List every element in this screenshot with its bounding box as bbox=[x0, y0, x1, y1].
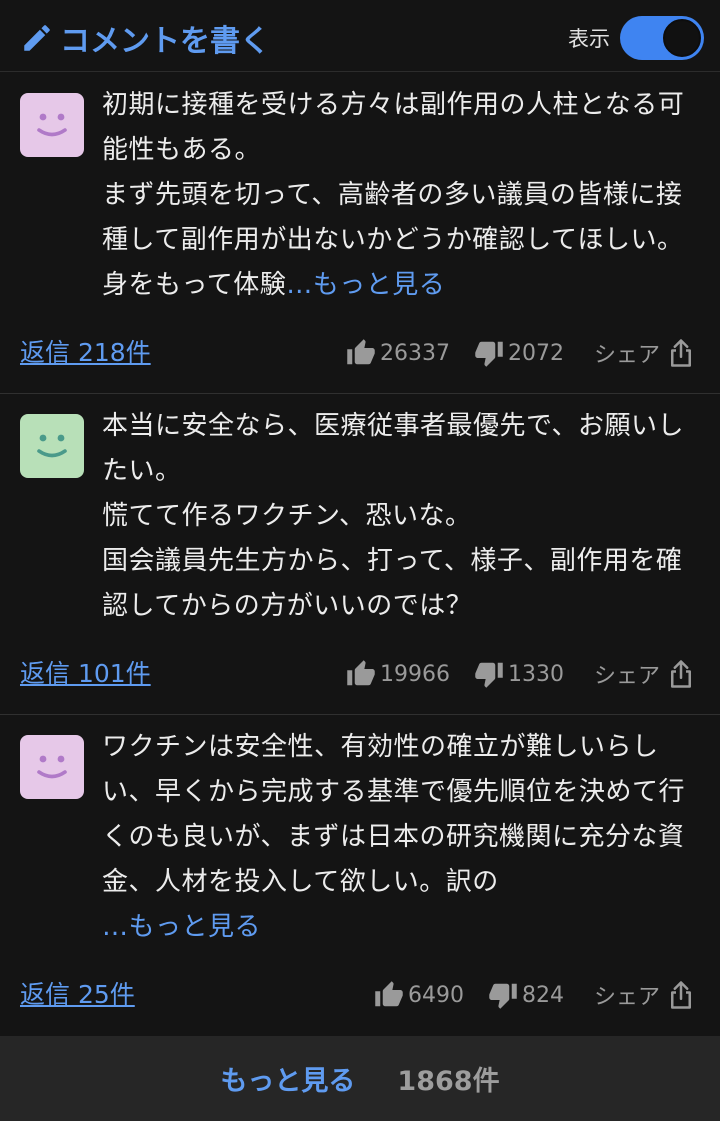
thumbs-up-icon bbox=[347, 339, 375, 365]
comment-actions: 19966 1330 シェア bbox=[322, 654, 696, 694]
like-button[interactable]: 19966 bbox=[346, 659, 450, 689]
comment-actions: 26337 2072 シェア bbox=[322, 333, 696, 373]
pencil-icon bbox=[24, 25, 50, 51]
comment-item: 初期に接種を受ける方々は副作用の人柱となる可能性もある。 まず先頭を切って、高齢… bbox=[0, 72, 720, 394]
display-toggle[interactable] bbox=[620, 16, 704, 60]
share-icon bbox=[671, 339, 691, 367]
like-count: 26337 bbox=[379, 340, 450, 366]
share-icon bbox=[671, 981, 691, 1009]
comment-text: ワクチンは安全性、有効性の確立が難しいらしい、早くから完成する基準で優先順位を決… bbox=[102, 725, 702, 950]
like-count: 19966 bbox=[379, 661, 450, 687]
share-label: シェア bbox=[593, 343, 660, 368]
comment-actions: 6490 824 シェア bbox=[350, 975, 696, 1015]
user-avatar bbox=[20, 93, 84, 157]
user-avatar bbox=[20, 735, 84, 799]
dislike-count: 1330 bbox=[507, 661, 564, 687]
comment-body: 本当に安全なら、医療従事者最優先で、お願いしたい。 慌てて作るワクチン、恐いな。… bbox=[102, 411, 684, 621]
comment-text: 初期に接種を受ける方々は副作用の人柱となる可能性もある。 まず先頭を切って、高齢… bbox=[102, 83, 702, 308]
load-more-bar: もっと見る 1868件 bbox=[0, 1036, 720, 1121]
smiley-face-icon bbox=[37, 434, 67, 458]
share-button[interactable]: シェア bbox=[594, 337, 696, 369]
toggle-knob bbox=[663, 19, 701, 57]
display-toggle-group: 表示 bbox=[568, 16, 704, 60]
like-button[interactable]: 26337 bbox=[346, 338, 450, 368]
write-comment-label: コメントを書く bbox=[60, 24, 270, 59]
like-count: 6490 bbox=[407, 982, 464, 1008]
write-comment-button[interactable]: コメントを書く bbox=[20, 18, 270, 59]
thumbs-down-icon bbox=[475, 662, 503, 688]
total-comment-count: 1868件 bbox=[397, 1066, 500, 1097]
like-button[interactable]: 6490 bbox=[374, 980, 464, 1010]
reply-link[interactable]: 返信 101件 bbox=[20, 654, 151, 694]
display-label: 表示 bbox=[568, 27, 610, 51]
share-button[interactable]: シェア bbox=[594, 979, 696, 1011]
smiley-face-icon bbox=[37, 113, 67, 137]
dislike-button[interactable]: 1330 bbox=[474, 659, 564, 689]
thumbs-down-icon bbox=[475, 341, 503, 367]
user-avatar bbox=[20, 414, 84, 478]
share-icon bbox=[671, 660, 691, 688]
comment-item: 本当に安全なら、医療従事者最優先で、お願いしたい。 慌てて作るワクチン、恐いな。… bbox=[0, 394, 720, 715]
share-button[interactable]: シェア bbox=[594, 658, 696, 690]
reply-link[interactable]: 返信 218件 bbox=[20, 333, 151, 373]
thumbs-up-icon bbox=[347, 660, 375, 686]
dislike-button[interactable]: 824 bbox=[488, 980, 564, 1010]
comment-meta: 返信 101件 19966 1330 シェア bbox=[0, 654, 720, 694]
share-label: シェア bbox=[593, 985, 660, 1010]
comment-text: 本当に安全なら、医療従事者最優先で、お願いしたい。 慌てて作るワクチン、恐いな。… bbox=[102, 404, 702, 629]
comment-item: ワクチンは安全性、有効性の確立が難しいらしい、早くから完成する基準で優先順位を決… bbox=[0, 715, 720, 1036]
dislike-button[interactable]: 2072 bbox=[474, 338, 564, 368]
read-more-link[interactable]: …もっと見る bbox=[102, 905, 702, 950]
read-more-link[interactable]: …もっと見る bbox=[286, 270, 445, 300]
smiley-face-icon bbox=[37, 755, 67, 779]
comment-header: コメントを書く 表示 bbox=[0, 0, 720, 72]
comment-body: 初期に接種を受ける方々は副作用の人柱となる可能性もある。 まず先頭を切って、高齢… bbox=[102, 90, 685, 300]
comment-body: ワクチンは安全性、有効性の確立が難しいらしい、早くから完成する基準で優先順位を決… bbox=[102, 732, 686, 897]
thumbs-down-icon bbox=[489, 983, 517, 1009]
thumbs-up-icon bbox=[375, 981, 403, 1007]
dislike-count: 824 bbox=[521, 982, 564, 1008]
comment-meta: 返信 25件 6490 824 シェア bbox=[0, 975, 720, 1015]
load-more-button[interactable]: もっと見る bbox=[220, 1059, 355, 1098]
share-label: シェア bbox=[593, 664, 660, 689]
reply-link[interactable]: 返信 25件 bbox=[20, 975, 135, 1015]
comment-meta: 返信 218件 26337 2072 シェア bbox=[0, 333, 720, 373]
dislike-count: 2072 bbox=[507, 340, 564, 366]
